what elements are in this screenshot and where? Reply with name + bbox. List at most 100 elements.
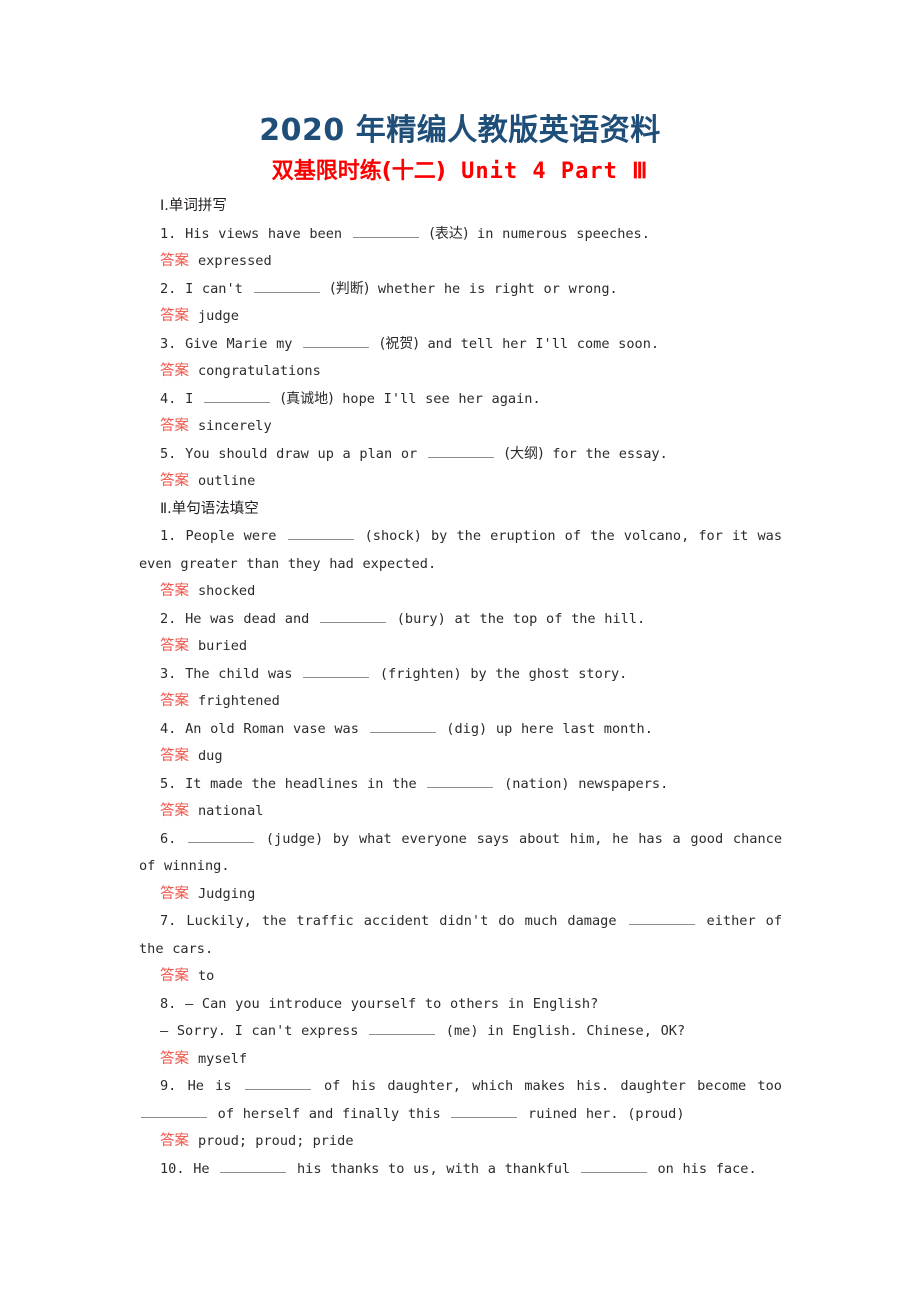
answer-blank (287, 526, 354, 540)
answer-blank (203, 389, 270, 403)
question-number: 9. (160, 1078, 177, 1094)
question-text: Give Marie my (185, 335, 302, 352)
answer-value: dug (198, 748, 223, 764)
answer-label: 答案 (160, 1050, 189, 1067)
answer-line: 答案 shocked (139, 578, 782, 606)
answer-value: buried (198, 638, 248, 654)
question-text: on his face. (648, 1160, 757, 1177)
question-text: (nation) newspapers. (495, 775, 669, 792)
answer-blank (628, 911, 695, 925)
answer-line: 答案 Judging (139, 881, 782, 909)
question-line: 9. He is of his daughter, which makes hi… (139, 1073, 782, 1128)
answer-value: proud; proud; pride (198, 1133, 354, 1149)
answer-line: 答案 dug (139, 743, 782, 771)
question-text: whether he is right or wrong. (369, 280, 618, 297)
question-text: His views have been (185, 225, 351, 242)
answer-value: expressed (198, 253, 272, 269)
question-text: An old Roman vase was (185, 720, 368, 737)
answer-line: 答案 proud; proud; pride (139, 1128, 782, 1156)
section-heading: Ⅰ.单词拼写 (160, 198, 227, 214)
answer-line: 答案 national (139, 798, 782, 826)
question-line: 1. People were (shock) by the eruption o… (139, 523, 782, 578)
answer-label: 答案 (160, 748, 189, 764)
question-text (496, 446, 505, 462)
question-line: 5. You should draw up a plan or (大纲) for… (139, 441, 782, 469)
question-text (272, 391, 281, 407)
answer-label: 答案 (160, 638, 189, 654)
question-line: 1. His views have been (表达) in numerous … (139, 221, 782, 249)
question-number: 10. (160, 1160, 185, 1177)
question-number: 2. (160, 280, 177, 297)
section-heading: Ⅱ.单句语法填空 (160, 500, 259, 517)
answer-blank (188, 829, 255, 843)
question-number: 3. (160, 335, 177, 352)
answer-blank (220, 1159, 287, 1173)
answer-line: 答案 buried (139, 633, 782, 661)
answer-value: Judging (198, 885, 256, 902)
question-text: He is (187, 1078, 243, 1094)
answer-blank (303, 334, 370, 348)
question-text: and tell her I'll come soon. (418, 335, 660, 352)
answer-value: outline (198, 473, 256, 489)
answer-blank (427, 444, 494, 458)
answer-value: shocked (198, 583, 256, 599)
question-text: of herself and finally this (209, 1105, 450, 1122)
question-line: 6. (judge) by what everyone says about h… (139, 826, 782, 881)
answer-blank (253, 279, 320, 293)
question-number: 5. (160, 775, 177, 792)
question-line: 4. I (真诚地) hope I'll see her again. (139, 386, 782, 414)
answer-blank (369, 1021, 436, 1035)
answer-value: national (198, 803, 264, 819)
question-text: ruined her. (proud) (519, 1105, 685, 1122)
answer-blank (352, 224, 419, 238)
answer-label: 答案 (160, 1133, 189, 1149)
question-text: (me) in English. Chinese, OK? (437, 1023, 686, 1039)
question-text: for the essay. (543, 445, 668, 462)
answer-value: to (198, 968, 215, 984)
question-number: 2. (160, 610, 177, 627)
sub-title-english: Unit 4 Part Ⅲ (461, 159, 649, 184)
question-text: — Sorry. I can't express (160, 1023, 368, 1039)
question-text: It made the headlines in the (185, 775, 426, 792)
question-text: You should draw up a plan or (185, 445, 426, 462)
question-line: 8. — Can you introduce yourself to other… (139, 991, 782, 1019)
question-text: He (193, 1160, 219, 1177)
answer-label: 答案 (160, 363, 189, 379)
answer-label: 答案 (160, 583, 189, 599)
question-number: 6. (160, 830, 177, 847)
question-text (371, 336, 380, 352)
question-line: 2. He was dead and (bury) at the top of … (139, 606, 782, 634)
question-text: The child was (185, 665, 302, 682)
chinese-hint: (真诚地) (280, 390, 334, 407)
chinese-hint: (判断) (330, 280, 370, 297)
answer-value: congratulations (198, 363, 321, 379)
question-text: (frighten) by the ghost story. (371, 665, 628, 682)
question-text: I (185, 390, 202, 407)
answer-label: 答案 (160, 968, 189, 984)
answer-blank (303, 664, 370, 678)
answer-value: frightened (198, 693, 280, 709)
chinese-hint: (祝贺) (379, 335, 419, 352)
answer-line: 答案 expressed (139, 248, 782, 276)
question-number: 1. (160, 225, 177, 242)
answer-label: 答案 (160, 885, 189, 902)
question-text: — Can you introduce yourself to others i… (185, 995, 599, 1012)
question-line: — Sorry. I can't express (me) in English… (139, 1018, 782, 1046)
question-text: his thanks to us, with a thankful (288, 1160, 579, 1177)
document-sub-title: 双基限时练(十二) Unit 4 Part Ⅲ (0, 158, 920, 186)
answer-label: 答案 (160, 418, 189, 434)
question-number: 8. (160, 995, 177, 1012)
document-main-title: 2020 年精编人教版英语资料 (259, 113, 661, 148)
answer-line: 答案 sincerely (139, 413, 782, 441)
question-line: 3. Give Marie my (祝贺) and tell her I'll … (139, 331, 782, 359)
question-text: Luckily, the traffic accident didn't do … (186, 913, 627, 929)
question-number: 5. (160, 445, 177, 462)
answer-line: 答案 judge (139, 303, 782, 331)
answer-line: 答案 frightened (139, 688, 782, 716)
answer-label: 答案 (160, 308, 189, 324)
question-text: I can't (185, 280, 252, 297)
question-text: (bury) at the top of the hill. (388, 610, 646, 627)
answer-line: 答案 outline (139, 468, 782, 496)
answer-line: 答案 to (139, 963, 782, 991)
question-text: in numerous speeches. (468, 225, 650, 242)
